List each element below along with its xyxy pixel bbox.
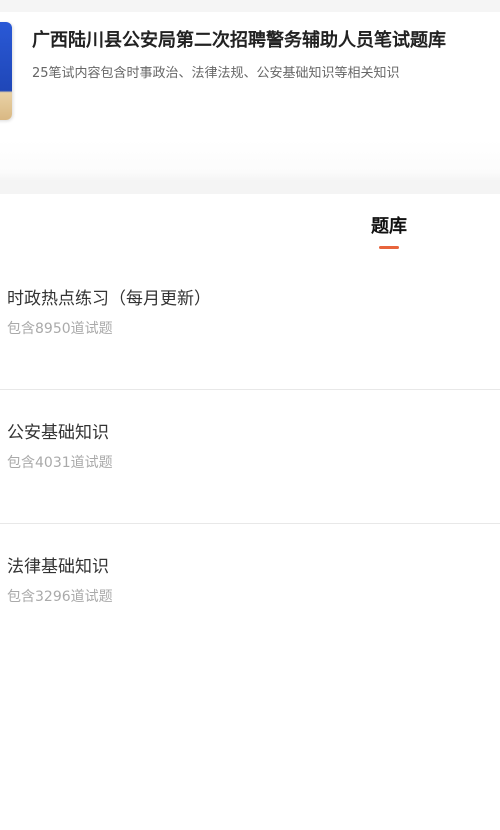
bank-question-count: 包含8950道试题	[7, 321, 113, 337]
list-item[interactable]: 公安基础知识 包含4031道试题	[0, 390, 500, 524]
section-gap	[0, 180, 500, 194]
question-bank-list: 时政热点练习（每月更新） 包含8950道试题 公安基础知识 包含4031道试题 …	[0, 256, 500, 657]
bank-name: 时政热点练习（每月更新）	[7, 289, 211, 309]
active-tab-indicator	[379, 246, 399, 249]
exam-header-card[interactable]: 广西陆川县公安局第二次招聘警务辅助人员笔试题库 25笔试内容包含时事政治、法律法…	[0, 12, 500, 140]
top-bar	[0, 0, 500, 12]
exam-title: 广西陆川县公安局第二次招聘警务辅助人员笔试题库	[32, 30, 446, 51]
bank-name: 公安基础知识	[7, 423, 109, 443]
list-item[interactable]: 法律基础知识 包含3296道试题	[0, 524, 500, 657]
book-cover-image	[0, 22, 12, 120]
bank-question-count: 包含3296道试题	[7, 589, 113, 605]
tab-question-bank[interactable]: 题库	[350, 212, 428, 249]
tab-label: 题库	[371, 216, 407, 237]
bank-name: 法律基础知识	[7, 557, 109, 577]
section-divider	[0, 140, 500, 194]
page: 广西陆川县公安局第二次招聘警务辅助人员笔试题库 25笔试内容包含时事政治、法律法…	[0, 0, 500, 830]
exam-description: 25笔试内容包含时事政治、法律法规、公安基础知识等相关知识	[32, 66, 400, 81]
bank-question-count: 包含4031道试题	[7, 455, 113, 471]
tab-bar: 题库	[0, 194, 500, 254]
list-item[interactable]: 时政热点练习（每月更新） 包含8950道试题	[0, 256, 500, 390]
